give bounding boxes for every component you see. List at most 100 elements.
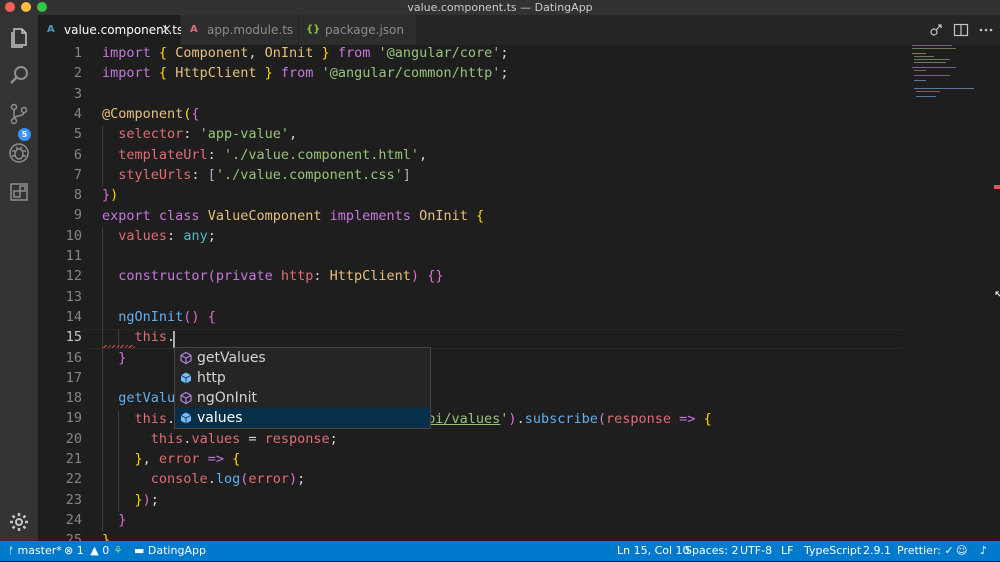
- language-mode[interactable]: TypeScript: [804, 541, 861, 561]
- notifications-icon[interactable]: ♪: [980, 541, 987, 561]
- branch-indicator[interactable]: ᚠ master*: [8, 541, 62, 562]
- line-number: 14: [65, 308, 82, 325]
- branch-name: master*: [17, 544, 62, 557]
- more-actions-icon[interactable]: [978, 22, 994, 38]
- minimap-line: [914, 70, 926, 71]
- method-icon: [179, 391, 193, 405]
- line-number: 5: [73, 126, 82, 143]
- code-line: }): [102, 187, 119, 204]
- line-number: 16: [65, 349, 82, 366]
- minimize-window-button[interactable]: [21, 2, 31, 12]
- tab-label: package.json: [325, 23, 405, 37]
- code-line: }: [102, 532, 111, 541]
- close-window-button[interactable]: [5, 2, 15, 12]
- indentation-indicator[interactable]: Spaces: 2: [685, 541, 738, 561]
- status-bar: ᚠ master* ⊗ 1 ▲ 0 ⚘ ▬ DatingApp Ln 15, C…: [0, 541, 1000, 561]
- search-icon[interactable]: [7, 63, 31, 87]
- line-number: 2: [73, 65, 82, 82]
- suggestion-item[interactable]: getValues: [175, 348, 430, 368]
- open-changes-icon[interactable]: [928, 22, 944, 38]
- scrollbar-error-marker: [994, 185, 1000, 189]
- tab-app-module[interactable]: A app.module.ts: [181, 15, 299, 45]
- editor-actions: [920, 15, 1000, 45]
- minimap[interactable]: [910, 45, 990, 105]
- line-number: 12: [65, 268, 82, 285]
- mouse-pointer-icon: ↖: [994, 288, 1000, 301]
- source-control-badge: 5: [18, 128, 31, 141]
- tab-package-json[interactable]: {} package.json: [299, 15, 417, 45]
- code-line: this.values = response;: [150, 430, 338, 447]
- code-line: export class ValueComponent implements O…: [102, 207, 485, 224]
- feedback-icon[interactable]: ☺: [956, 541, 967, 561]
- problems-indicator[interactable]: ⊗ 1 ▲ 0: [64, 541, 109, 561]
- line-number: 4: [73, 105, 82, 122]
- code-line: styleUrls: ['./value.component.css']: [118, 166, 411, 183]
- line-number: 6: [73, 146, 82, 163]
- autocomplete-widget[interactable]: getValues http ngOnInit values: [174, 347, 431, 429]
- minimap-line: [914, 59, 950, 60]
- typescript-version[interactable]: 2.9.1: [863, 541, 891, 561]
- field-icon: [179, 371, 193, 385]
- line-number: 9: [73, 207, 82, 224]
- line-number: 7: [73, 166, 82, 183]
- code-line: console.log(error);: [150, 471, 306, 488]
- cursor-position[interactable]: Ln 15, Col 10: [617, 541, 690, 561]
- split-editor-icon[interactable]: [953, 22, 969, 38]
- code-line: ngOnInit() {: [118, 309, 216, 325]
- warning-count: 0: [102, 544, 110, 557]
- code-editor[interactable]: 1 2 3 4 5 6 7 8 9 10 11 12 13 14 15 16 17 18 19 20 21 22 23 24 2…: [38, 45, 1000, 541]
- line-number: 15: [65, 329, 82, 346]
- folder-name: DatingApp: [147, 544, 206, 557]
- encoding-indicator[interactable]: UTF-8: [740, 541, 772, 561]
- close-tab-icon[interactable]: ×: [161, 15, 172, 45]
- maximize-window-button[interactable]: [37, 2, 47, 12]
- text-cursor: [173, 331, 175, 348]
- suggestion-item[interactable]: ngOnInit: [175, 388, 430, 408]
- minimap-line: [916, 91, 940, 92]
- tab-bar: A value.component.ts × A app.module.ts {…: [38, 15, 1000, 45]
- line-number: 8: [73, 187, 82, 204]
- error-squiggle: [103, 345, 135, 348]
- folder-indicator[interactable]: ▬ DatingApp: [134, 541, 206, 561]
- files-icon[interactable]: [7, 25, 31, 49]
- minimap-line: [912, 67, 956, 68]
- warning-icon: ▲: [90, 544, 99, 557]
- live-share-icon[interactable]: ⚘: [113, 541, 123, 561]
- folder-icon: ▬: [134, 544, 145, 557]
- line-number: 19: [65, 410, 82, 427]
- source-control-icon[interactable]: [7, 102, 31, 126]
- line-number: 20: [65, 430, 82, 447]
- eol-indicator[interactable]: LF: [781, 541, 793, 561]
- code-line: getValu: [118, 390, 176, 407]
- title-bar: value.component.ts — DatingApp: [0, 0, 1000, 15]
- error-icon: ⊗: [64, 544, 74, 557]
- prettier-indicator[interactable]: Prettier: ✓: [897, 541, 954, 561]
- line-number: 21: [65, 451, 82, 467]
- code-line: constructor(private http: HttpClient) {}: [118, 268, 444, 285]
- error-count: 1: [76, 544, 84, 557]
- line-number: 24: [65, 511, 82, 528]
- code-line: selector: 'app-value',: [118, 126, 298, 143]
- suggestion-item[interactable]: values: [175, 408, 430, 428]
- extensions-icon[interactable]: [7, 180, 31, 204]
- line-number: 22: [65, 471, 82, 488]
- debug-icon[interactable]: [7, 141, 31, 165]
- suggestion-item[interactable]: http: [175, 368, 430, 388]
- code-line: }: [118, 349, 127, 366]
- gear-icon[interactable]: [7, 510, 31, 534]
- minimap-line: [912, 45, 952, 46]
- code-line: values: any;: [118, 227, 216, 244]
- minimap-line: [912, 53, 926, 54]
- line-number: 18: [65, 390, 82, 407]
- line-number: 11: [65, 248, 82, 264]
- line-number: 13: [65, 288, 82, 305]
- code-line: import { HttpClient } from '@angular/com…: [102, 65, 509, 82]
- line-number: 10: [65, 227, 82, 244]
- code-line: @Component({: [102, 106, 200, 122]
- suggestion-label: values: [197, 410, 243, 426]
- code-line: });: [134, 491, 159, 508]
- code-line: templateUrl: './value.component.html',: [118, 146, 428, 163]
- minimap-line: [914, 62, 946, 63]
- method-icon: [179, 351, 193, 365]
- tab-value-component[interactable]: A value.component.ts ×: [38, 15, 183, 45]
